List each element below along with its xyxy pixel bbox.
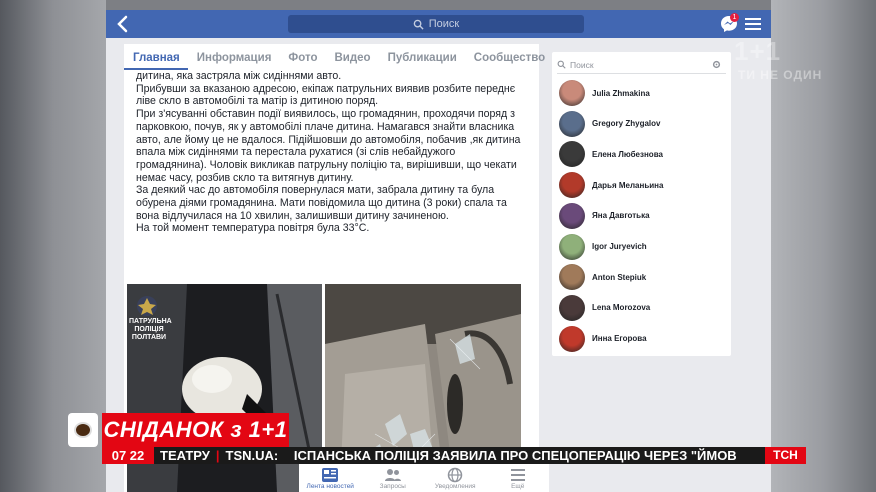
friend-name: Igor Juryevich <box>592 242 647 251</box>
search-icon <box>557 60 566 69</box>
post-paragraph: Прибувши за вказаною адресою, екіпаж пат… <box>136 82 516 108</box>
ticker-item: ТЕАТРУ <box>160 448 210 463</box>
post-paragraph: При з'ясуванні обставин події виявилось,… <box>136 108 521 184</box>
friend-item[interactable]: Инна Егорова <box>559 325 647 352</box>
avatar <box>559 172 585 199</box>
show-title: СНІДАНОК з 1+1 <box>102 413 289 447</box>
avatar <box>559 325 585 352</box>
search-placeholder: Поиск <box>428 18 460 30</box>
friend-item[interactable]: Julia Zhmakina <box>559 80 650 106</box>
ticker-item: TSN.UA: <box>225 448 279 463</box>
globe-icon <box>448 467 463 483</box>
channel-tag: ТСН <box>765 447 806 464</box>
friend-name: Julia Zhmakina <box>592 88 650 98</box>
top-navigation-bar: Поиск 1 <box>106 10 771 38</box>
avatar <box>559 202 585 229</box>
post-paragraph: За деякий час до автомобіля повернулася … <box>136 184 507 222</box>
tab-posts[interactable]: Публикации <box>379 52 465 70</box>
channel-slogan: ТИ НЕ ОДИН <box>738 68 823 82</box>
friends-icon <box>384 469 401 481</box>
friend-item[interactable]: Яна Давготька <box>559 202 650 229</box>
tab-info[interactable]: Информация <box>188 52 280 70</box>
bottom-navigation: Лента новостей Запросы Уведомления Ещё <box>299 464 549 492</box>
tab-home[interactable]: Главная <box>124 52 188 70</box>
avatar <box>559 294 585 321</box>
tab-community[interactable]: Сообщество <box>465 52 553 70</box>
channel-watermark: 1+1 <box>734 36 782 66</box>
avatar <box>559 264 585 291</box>
page-tabs: Главная Информация Фото Видео Публикации… <box>124 44 545 70</box>
hamburger-menu-icon[interactable] <box>745 17 761 31</box>
friend-item[interactable]: Дарья Меланьина <box>559 172 664 199</box>
avatar <box>559 110 585 137</box>
post-paragraph: дитина, яка застряла між сидіннями авто. <box>136 70 342 82</box>
more-menu-icon <box>510 469 525 481</box>
friend-item[interactable]: Gregory Zhygalov <box>559 110 661 137</box>
tab-photos[interactable]: Фото <box>279 52 325 70</box>
post-text: дитина, яка застряла між сидіннями авто.… <box>136 70 521 235</box>
friend-item[interactable]: Елена Любезнова <box>559 141 663 168</box>
back-arrow-icon[interactable] <box>112 13 134 35</box>
clock: 07 22 <box>102 447 154 464</box>
news-feed-icon <box>322 468 339 482</box>
nav-label: Ещё <box>511 483 525 490</box>
nav-notifications[interactable]: Уведомления <box>425 467 485 490</box>
friend-name: Яна Давготька <box>592 211 650 221</box>
search-input[interactable]: Поиск <box>288 15 584 33</box>
friend-name: Дарья Меланьина <box>592 180 664 190</box>
nav-label: Запросы <box>379 483 406 490</box>
contacts-search-input[interactable]: Поиск <box>557 56 726 74</box>
gear-icon[interactable] <box>712 60 721 69</box>
news-ticker: 07 22 ТЕАТРУ | TSN.UA: ІСПАНСЬКА ПОЛІЦІЯ З… <box>102 447 806 464</box>
post-paragraph: На той момент температура повітря була 3… <box>136 222 370 235</box>
friend-name: Anton Stepiuk <box>592 272 647 282</box>
nav-requests[interactable]: Запросы <box>363 467 423 490</box>
nav-more[interactable]: Ещё <box>488 467 548 490</box>
police-watermark: ПАТРУЛЬНА ПОЛІЦІЯ ПОЛТАВИ <box>129 318 172 341</box>
friend-item[interactable]: Lena Morozova <box>559 294 651 321</box>
notification-badge: 1 <box>730 13 739 22</box>
coffee-cup-icon <box>68 413 98 447</box>
friend-name: Lena Morozova <box>592 303 651 313</box>
friend-item[interactable]: Igor Juryevich <box>559 233 647 260</box>
nav-news-feed[interactable]: Лента новостей <box>300 467 360 490</box>
nav-label: Лента новостей <box>306 483 354 490</box>
ticker-item: ІСПАНСЬКА ПОЛІЦІЯ ЗАЯВИЛА ПРО СПЕЦОПЕРАЦ… <box>293 448 737 463</box>
avatar <box>559 141 585 168</box>
ticker-text: ТЕАТРУ | TSN.UA: ІСПАНСЬКА ПОЛІЦІЯ ЗАЯВИЛА… <box>160 448 737 463</box>
friend-name: Gregory Zhygalov <box>592 119 661 129</box>
avatar <box>559 233 585 260</box>
friend-item[interactable]: Anton Stepiuk <box>559 264 647 291</box>
tab-video[interactable]: Видео <box>325 52 378 70</box>
friend-name: Елена Любезнова <box>592 149 663 159</box>
contacts-sidebar: Поиск Julia Zhmakina Gregory Zhygalov Елен… <box>552 52 731 356</box>
avatar <box>559 80 585 106</box>
friend-name: Инна Егорова <box>592 334 647 344</box>
contacts-search-placeholder: Поиск <box>570 59 594 70</box>
nav-label: Уведомления <box>434 483 476 490</box>
search-icon <box>413 19 424 30</box>
